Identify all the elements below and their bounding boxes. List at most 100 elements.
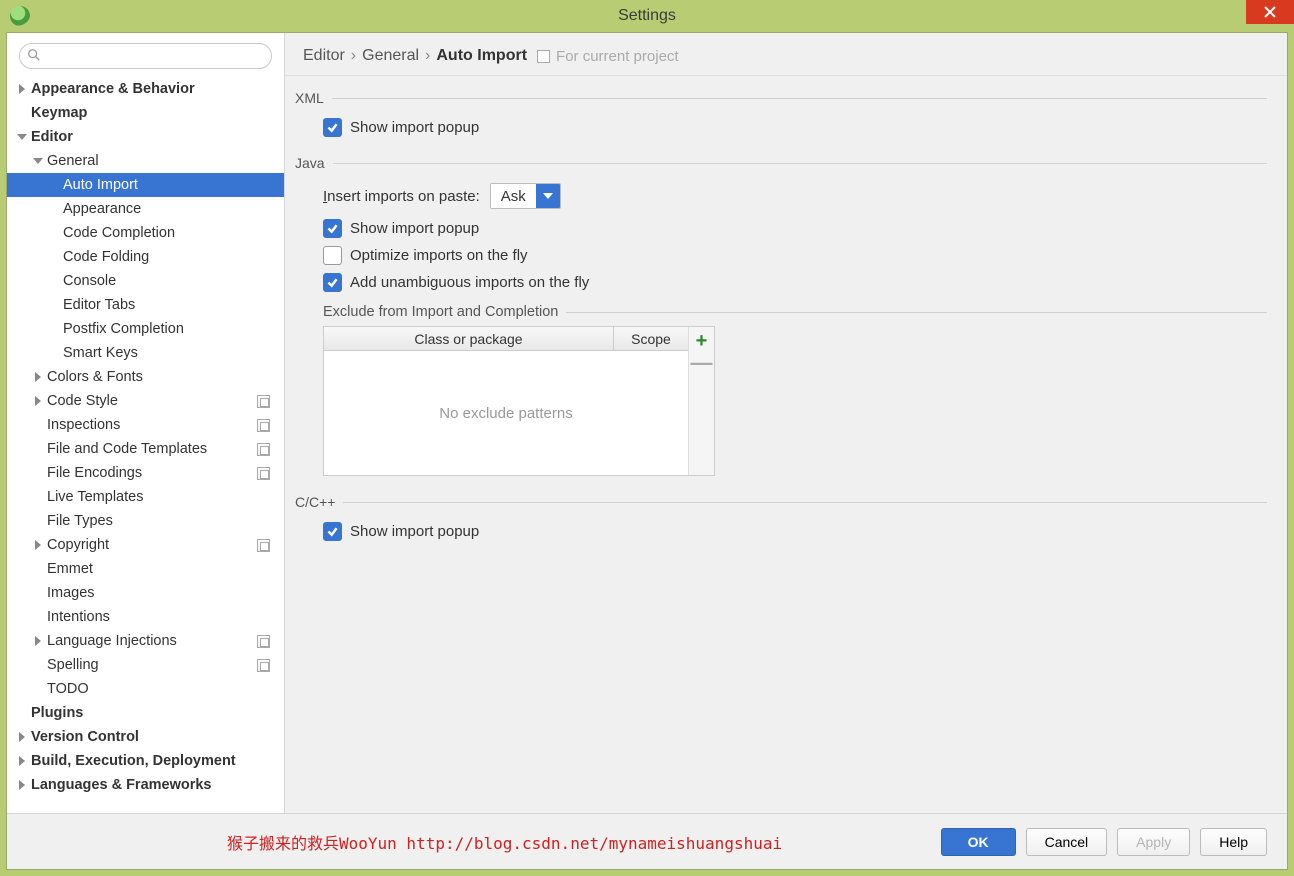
remove-pattern-button[interactable]: — <box>691 357 713 368</box>
tree-item-file-types[interactable]: File Types <box>7 509 284 533</box>
project-scope-icon <box>257 467 270 480</box>
tree-item-label: Plugins <box>31 705 83 721</box>
chevron-right-icon <box>19 756 25 766</box>
group-java-title: Java <box>295 155 1267 171</box>
project-scope-icon <box>257 419 270 432</box>
tree-item-editor[interactable]: Editor <box>7 125 284 149</box>
insert-imports-value: Ask <box>491 184 536 208</box>
cancel-button[interactable]: Cancel <box>1026 828 1108 856</box>
tree-item-copyright[interactable]: Copyright <box>7 533 284 557</box>
tree-item-label: Images <box>47 585 95 601</box>
tree-item-label: File Encodings <box>47 465 142 481</box>
tree-item-label: Appearance <box>63 201 141 217</box>
chevron-right-icon <box>35 636 41 646</box>
tree-item-label: Languages & Frameworks <box>31 777 212 793</box>
settings-tree[interactable]: Appearance & Behavior Keymap EditorGeneral… <box>7 77 284 813</box>
exclude-section-title: Exclude from Import and Completion <box>323 304 1267 320</box>
breadcrumb-item[interactable]: Editor <box>303 47 345 65</box>
java-show-import-popup-checkbox[interactable] <box>323 219 342 238</box>
tree-item-label: Code Style <box>47 393 118 409</box>
tree-item-label: Spelling <box>47 657 99 673</box>
optimize-imports-row: Optimize imports on the fly <box>323 246 1267 265</box>
tree-item-images[interactable]: Images <box>7 581 284 605</box>
tree-item-label: Keymap <box>31 105 87 121</box>
watermark-text: 猴子搬来的救兵WooYun http://blog.csdn.net/mynam… <box>227 830 782 854</box>
chevron-right-icon <box>35 396 41 406</box>
optimize-imports-label: Optimize imports on the fly <box>350 247 528 264</box>
tree-item-appearance[interactable]: Appearance <box>7 197 284 221</box>
tree-item-keymap[interactable]: Keymap <box>7 101 284 125</box>
tree-item-intentions[interactable]: Intentions <box>7 605 284 629</box>
tree-item-colors-fonts[interactable]: Colors & Fonts <box>7 365 284 389</box>
tree-item-code-style[interactable]: Code Style <box>7 389 284 413</box>
close-icon <box>1264 6 1276 18</box>
ok-button[interactable]: OK <box>941 828 1016 856</box>
tree-item-inspections[interactable]: Inspections <box>7 413 284 437</box>
tree-item-postfix-completion[interactable]: Postfix Completion <box>7 317 284 341</box>
breadcrumb-item-current: Auto Import <box>436 47 527 65</box>
java-show-import-popup-label: Show import popup <box>350 220 479 237</box>
chevron-right-icon <box>35 372 41 382</box>
close-button[interactable] <box>1246 0 1294 24</box>
chevron-down-icon <box>536 184 560 208</box>
tree-item-todo[interactable]: TODO <box>7 677 284 701</box>
tree-item-console[interactable]: Console <box>7 269 284 293</box>
tree-item-emmet[interactable]: Emmet <box>7 557 284 581</box>
tree-item-label: Editor Tabs <box>63 297 135 313</box>
xml-show-import-popup-row: Show import popup <box>323 118 1267 137</box>
tree-item-version-control[interactable]: Version Control <box>7 725 284 749</box>
cpp-show-import-popup-checkbox[interactable] <box>323 522 342 541</box>
project-scope-icon <box>537 50 550 63</box>
chevron-right-icon <box>19 780 25 790</box>
tree-item-label: Build, Execution, Deployment <box>31 753 236 769</box>
search-wrap <box>7 43 284 77</box>
settings-form: XML Show import popup Java Insert import… <box>285 76 1287 813</box>
tree-item-label: Code Folding <box>63 249 149 265</box>
app-icon <box>10 6 30 26</box>
apply-button[interactable]: Apply <box>1117 828 1190 856</box>
exclude-table-empty: No exclude patterns <box>324 351 688 475</box>
tree-item-auto-import[interactable]: Auto Import <box>7 173 284 197</box>
tree-item-code-folding[interactable]: Code Folding <box>7 245 284 269</box>
tree-item-language-injections[interactable]: Language Injections <box>7 629 284 653</box>
tree-item-label: Inspections <box>47 417 120 433</box>
exclude-table: Class or package Scope No exclude patter… <box>323 326 715 476</box>
tree-item-build-execution-deployment[interactable]: Build, Execution, Deployment <box>7 749 284 773</box>
tree-item-general[interactable]: General <box>7 149 284 173</box>
java-show-import-popup-row: Show import popup <box>323 219 1267 238</box>
tree-item-spelling[interactable]: Spelling <box>7 653 284 677</box>
tree-item-appearance-behavior[interactable]: Appearance & Behavior <box>7 77 284 101</box>
unambiguous-imports-label: Add unambiguous imports on the fly <box>350 274 589 291</box>
tree-item-label: File Types <box>47 513 113 529</box>
col-scope[interactable]: Scope <box>614 327 688 350</box>
breadcrumb-item[interactable]: General <box>362 47 419 65</box>
insert-imports-row: Insert imports on paste: Ask <box>323 183 1267 209</box>
col-class-package[interactable]: Class or package <box>324 327 614 350</box>
tree-item-label: Intentions <box>47 609 110 625</box>
titlebar: Settings <box>0 0 1294 32</box>
project-scope-icon <box>257 443 270 456</box>
breadcrumb: Editor › General › Auto Import For curre… <box>285 33 1287 76</box>
tree-item-file-encodings[interactable]: File Encodings <box>7 461 284 485</box>
insert-imports-select[interactable]: Ask <box>490 183 561 209</box>
add-pattern-button[interactable]: + <box>696 331 708 351</box>
xml-show-import-popup-label: Show import popup <box>350 119 479 136</box>
xml-show-import-popup-checkbox[interactable] <box>323 118 342 137</box>
tree-item-label: Postfix Completion <box>63 321 184 337</box>
tree-item-live-templates[interactable]: Live Templates <box>7 485 284 509</box>
tree-item-file-and-code-templates[interactable]: File and Code Templates <box>7 437 284 461</box>
tree-item-code-completion[interactable]: Code Completion <box>7 221 284 245</box>
optimize-imports-checkbox[interactable] <box>323 246 342 265</box>
tree-item-languages-frameworks[interactable]: Languages & Frameworks <box>7 773 284 797</box>
tree-item-editor-tabs[interactable]: Editor Tabs <box>7 293 284 317</box>
tree-item-smart-keys[interactable]: Smart Keys <box>7 341 284 365</box>
search-input[interactable] <box>19 43 272 69</box>
project-scope-icon <box>257 395 270 408</box>
group-cpp-title: C/C++ <box>295 494 1267 510</box>
window-title: Settings <box>618 7 676 25</box>
tree-item-plugins[interactable]: Plugins <box>7 701 284 725</box>
exclude-toolbar: + — <box>688 327 714 475</box>
chevron-right-icon <box>19 84 25 94</box>
unambiguous-imports-checkbox[interactable] <box>323 273 342 292</box>
help-button[interactable]: Help <box>1200 828 1267 856</box>
